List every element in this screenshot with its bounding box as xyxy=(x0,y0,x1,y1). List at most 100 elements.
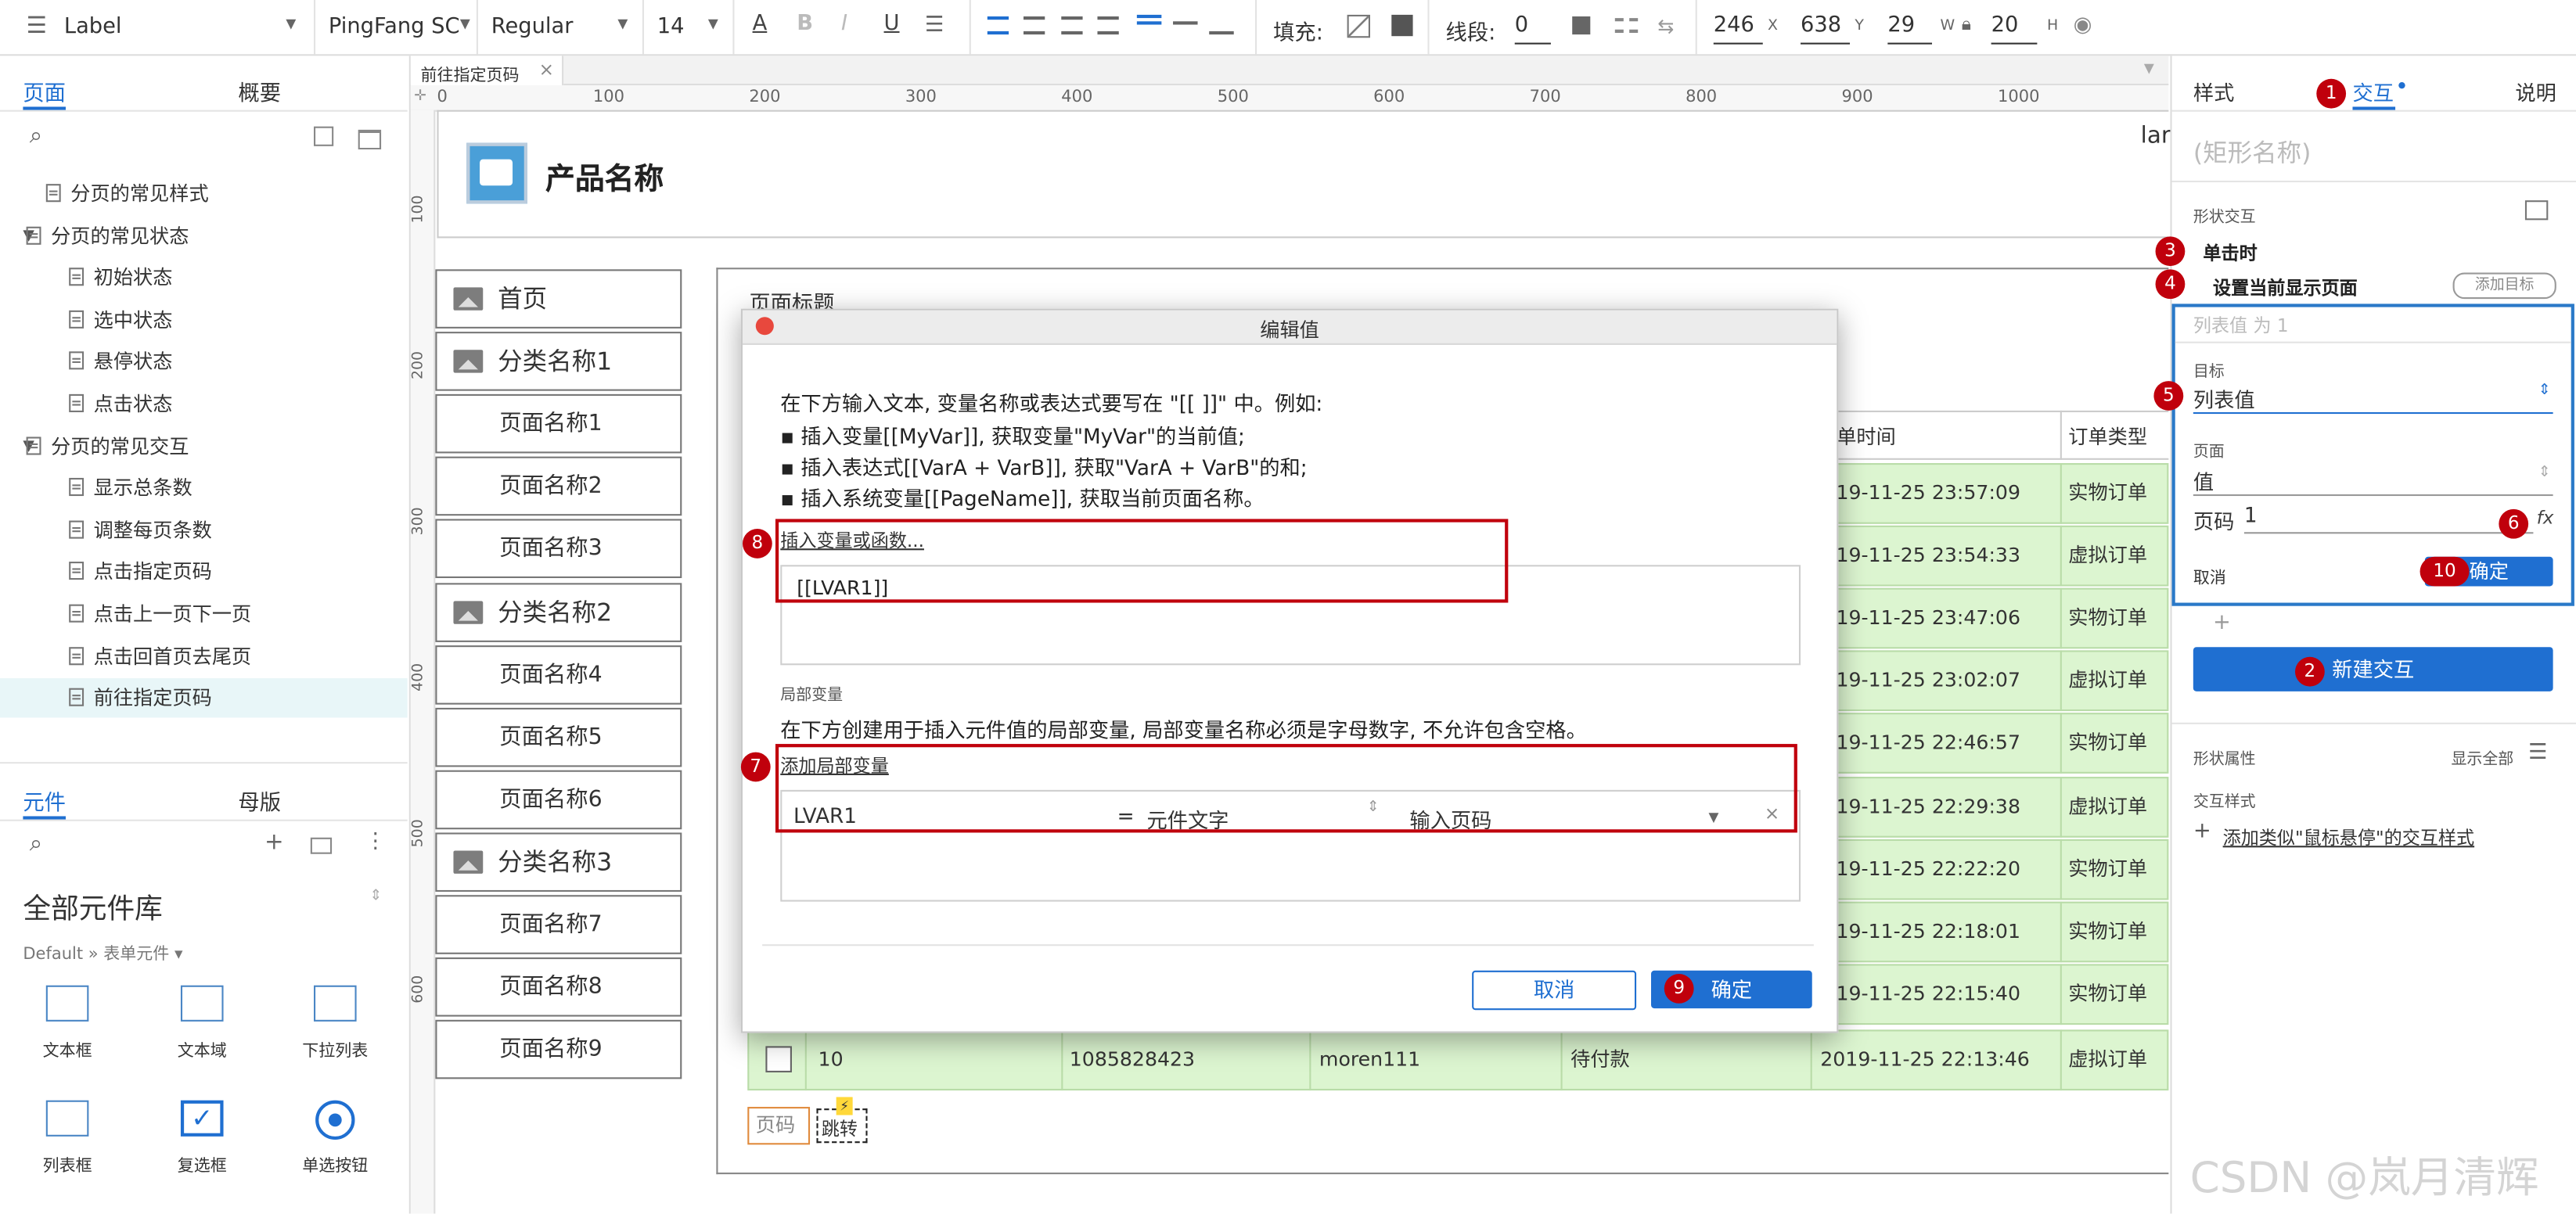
nav-item[interactable]: 页面名称5 xyxy=(435,707,682,767)
align-center-icon[interactable] xyxy=(1023,16,1045,35)
tab-pages[interactable]: 页面 xyxy=(23,76,66,106)
align-bottom-icon[interactable] xyxy=(1209,31,1234,35)
height-field[interactable]: 20 xyxy=(1991,10,2038,45)
more-icon[interactable]: ⋮ xyxy=(365,831,386,852)
underline-icon[interactable]: U xyxy=(884,12,900,36)
event-on-click[interactable]: 单击时 xyxy=(2203,240,2257,267)
target-select[interactable]: 列表值 xyxy=(2193,383,2553,415)
nav-item[interactable]: 页面名称9 xyxy=(435,1020,682,1079)
line-color-icon[interactable] xyxy=(1572,16,1591,35)
tree-item[interactable]: 选中状态 xyxy=(0,300,408,339)
nav-item[interactable]: 页面名称1 xyxy=(435,394,682,454)
nav-item[interactable]: 页面名称3 xyxy=(435,519,682,579)
style-icon[interactable]: ☰ xyxy=(27,15,47,38)
chevron-updown-icon[interactable]: ⇕ xyxy=(2538,465,2551,481)
search-icon[interactable]: ⌕ xyxy=(30,125,42,148)
list-box-icon[interactable] xyxy=(45,1100,89,1137)
library-breadcrumb[interactable]: Default » 表单元件 ▾ xyxy=(23,939,182,964)
nav-item[interactable]: 页面名称8 xyxy=(435,957,682,1017)
chevron-down-icon[interactable]: ▼ xyxy=(708,17,718,31)
chevron-down-icon[interactable]: ▼ xyxy=(286,17,296,31)
page-select[interactable]: 值 xyxy=(2193,465,2553,497)
nav-item[interactable]: 首页 xyxy=(435,269,682,329)
copy-icon[interactable] xyxy=(310,837,333,854)
tab-page[interactable]: 前往指定页码 × xyxy=(410,56,564,86)
font-size-select[interactable]: 14 xyxy=(657,15,685,39)
width-field[interactable]: 29 xyxy=(1887,10,1933,45)
add-folder-icon[interactable] xyxy=(358,129,382,150)
tree-item[interactable]: 调整每页条数 xyxy=(0,511,408,550)
page-number-input[interactable]: 页码 xyxy=(747,1107,811,1145)
italic-icon[interactable]: I xyxy=(841,12,847,36)
chevron-down-icon[interactable]: ▼ xyxy=(460,17,470,31)
action-cancel-button[interactable]: 取消 xyxy=(2193,563,2226,588)
tree-item[interactable]: 点击状态 xyxy=(0,384,408,423)
add-action-icon[interactable]: + xyxy=(2213,611,2231,635)
bold-icon[interactable]: B xyxy=(797,12,813,36)
nav-item[interactable]: 页面名称7 xyxy=(435,895,682,954)
x-field[interactable]: 246 xyxy=(1713,10,1763,45)
function-icon[interactable]: fx xyxy=(2537,508,2554,529)
shadow-icon[interactable] xyxy=(1391,14,1413,37)
add-library-icon[interactable]: + xyxy=(264,831,284,853)
align-left-icon[interactable] xyxy=(987,16,1009,35)
menu-icon[interactable]: ☰ xyxy=(2528,742,2547,763)
nav-item[interactable]: 页面名称2 xyxy=(435,457,682,516)
align-middle-icon[interactable] xyxy=(1173,21,1198,25)
chevron-down-icon[interactable]: ▼ xyxy=(2144,62,2154,76)
add-target-button[interactable]: 添加目标 xyxy=(2452,272,2556,300)
text-area-icon[interactable] xyxy=(180,985,224,1022)
justify-icon[interactable] xyxy=(1097,16,1119,35)
page-number-field[interactable]: 1 xyxy=(2243,502,2534,534)
lock-icon[interactable]: 🔒︎ xyxy=(1962,15,1971,33)
show-all-link[interactable]: 显示全部 xyxy=(2451,745,2513,768)
chevron-updown-icon[interactable]: ⇕ xyxy=(369,889,382,905)
tree-item[interactable]: 点击回首页去尾页 xyxy=(0,637,408,676)
fill-color-icon[interactable] xyxy=(1347,14,1370,38)
tab-style[interactable]: 样式 xyxy=(2193,76,2235,107)
arrow-style-icon[interactable]: ⇆ xyxy=(1657,16,1674,36)
y-field[interactable]: 638 xyxy=(1801,10,1851,45)
line-style-icon[interactable] xyxy=(1614,18,1639,33)
action-set-page[interactable]: 设置当前显示页面 xyxy=(2213,275,2358,301)
dropdown-list-icon[interactable] xyxy=(314,985,357,1022)
line-width-field[interactable]: 0 xyxy=(1514,10,1551,45)
shape-name-input[interactable]: (矩形名称) xyxy=(2193,135,2312,169)
search-icon[interactable]: ⌕ xyxy=(30,832,42,855)
new-interaction-button[interactable]: 新建交互 xyxy=(2193,647,2553,691)
tab-masters[interactable]: 母版 xyxy=(238,785,281,816)
nav-item[interactable]: 分类名称2 xyxy=(435,582,682,641)
tab-notes[interactable]: 说明 xyxy=(2515,76,2556,107)
tree-item[interactable]: ▼ 分页的常见状态 xyxy=(0,216,408,255)
bullet-list-icon[interactable]: ☰ xyxy=(925,15,944,36)
checkbox-icon[interactable]: ✓ xyxy=(180,1100,224,1137)
select-target-icon[interactable] xyxy=(2524,200,2549,221)
style-name-select[interactable]: Label xyxy=(64,15,122,39)
tree-item[interactable]: 显示总条数 xyxy=(0,469,408,508)
close-icon[interactable]: × xyxy=(539,59,554,81)
tab-interactions[interactable]: 交互 xyxy=(2352,76,2394,107)
nav-item[interactable]: 页面名称6 xyxy=(435,770,682,829)
align-right-icon[interactable] xyxy=(1061,16,1083,35)
tab-widgets[interactable]: 元件 xyxy=(23,785,66,816)
library-select[interactable]: 全部元件库 xyxy=(23,885,162,926)
dialog-cancel-button[interactable]: 取消 xyxy=(1472,970,1637,1011)
row-checkbox[interactable] xyxy=(765,1046,792,1072)
tree-item[interactable]: 初始状态 xyxy=(0,258,408,297)
chevron-down-icon[interactable]: ▼ xyxy=(617,17,628,31)
tree-item[interactable]: 前往指定页码 xyxy=(0,678,408,718)
tree-item[interactable]: 点击指定页码 xyxy=(0,552,408,591)
nav-item[interactable]: 分类名称3 xyxy=(435,832,682,892)
eye-icon[interactable]: ◉ xyxy=(2074,15,2092,36)
add-hover-style-link[interactable]: 添加类似"鼠标悬停"的交互样式 xyxy=(2223,824,2474,851)
font-color-icon[interactable]: A xyxy=(753,12,768,36)
add-page-icon[interactable] xyxy=(314,126,334,146)
font-family-select[interactable]: PingFang SC xyxy=(329,15,460,39)
tree-item[interactable]: ▼ 分页的常见交互 xyxy=(0,426,408,465)
chevron-updown-icon[interactable]: ⇕ xyxy=(2538,383,2551,399)
tree-item[interactable]: 分页的常见样式 xyxy=(0,174,408,214)
font-weight-select[interactable]: Regular xyxy=(491,15,574,39)
tree-item[interactable]: 点击上一页下一页 xyxy=(0,594,408,634)
nav-item[interactable]: 页面名称4 xyxy=(435,645,682,704)
radio-button-icon[interactable] xyxy=(315,1100,355,1140)
